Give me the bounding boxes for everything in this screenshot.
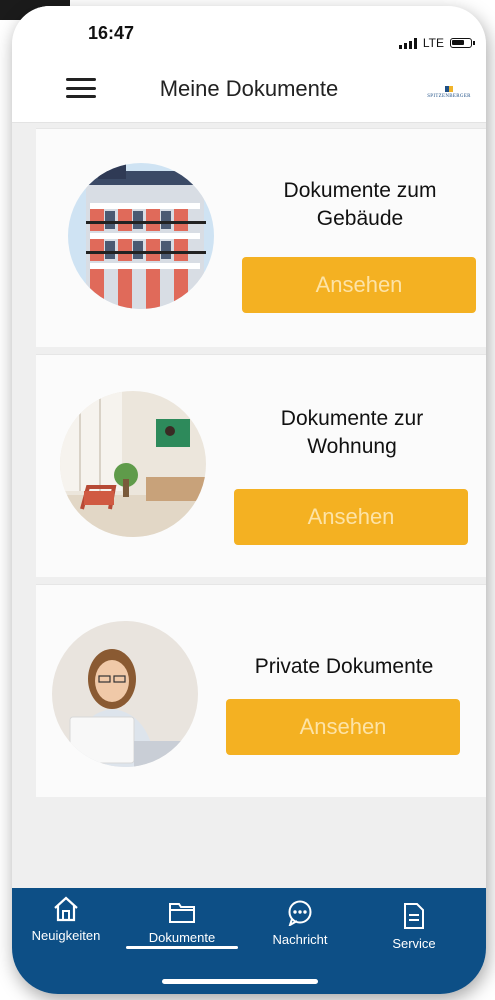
folder-icon xyxy=(169,903,195,923)
tab-dokumente[interactable]: Dokumente xyxy=(132,900,232,945)
tab-label: Service xyxy=(392,936,436,951)
company-logo: SPITZENBERGER xyxy=(426,86,472,99)
tab-label: Nachricht xyxy=(272,932,328,947)
card-title: Private Dokumente xyxy=(254,655,434,678)
page-title: Meine Dokumente xyxy=(159,76,339,101)
tab-service[interactable]: Service xyxy=(364,902,464,951)
status-indicators: LTE xyxy=(398,36,475,50)
card-title: Dokumente zur Wohnung xyxy=(280,407,424,458)
view-building-documents-button[interactable]: Ansehen xyxy=(242,257,476,313)
living-room-photo xyxy=(60,391,206,537)
woman-laptop-photo xyxy=(52,621,198,767)
network-label: LTE xyxy=(422,36,444,50)
bottom-tab-bar: Neuigkeiten Dokumente Nachricht Service xyxy=(12,888,486,994)
status-time: 16:47 xyxy=(88,23,135,43)
view-private-documents-button[interactable]: Ansehen xyxy=(226,699,460,755)
app-header: Meine Dokumente SPITZENBERGER xyxy=(12,56,486,123)
card-building: Dokumente zum Gebäude Ansehen xyxy=(36,128,486,347)
status-bar: 16:47 LTE xyxy=(12,6,486,56)
home-indicator[interactable] xyxy=(162,979,318,984)
tab-nachricht[interactable]: Nachricht xyxy=(250,900,350,947)
card-title: Dokumente zum Gebäude xyxy=(283,179,437,230)
building-photo xyxy=(68,163,214,309)
document-icon xyxy=(404,903,424,929)
home-icon xyxy=(54,896,78,922)
view-apartment-documents-button[interactable]: Ansehen xyxy=(234,489,468,545)
card-apartment: Dokumente zur Wohnung Ansehen xyxy=(36,354,486,577)
tab-label: Neuigkeiten xyxy=(31,928,101,943)
active-tab-indicator xyxy=(126,946,238,949)
signal-icon xyxy=(398,37,417,49)
chat-icon xyxy=(288,900,312,926)
phone-screen: 16:47 LTE Meine Dokumente SPITZENBERGER xyxy=(12,6,486,994)
card-private: Private Dokumente Ansehen xyxy=(36,584,486,797)
tab-label: Dokumente xyxy=(148,930,216,945)
tab-neuigkeiten[interactable]: Neuigkeiten xyxy=(16,896,116,943)
battery-icon xyxy=(450,38,475,48)
